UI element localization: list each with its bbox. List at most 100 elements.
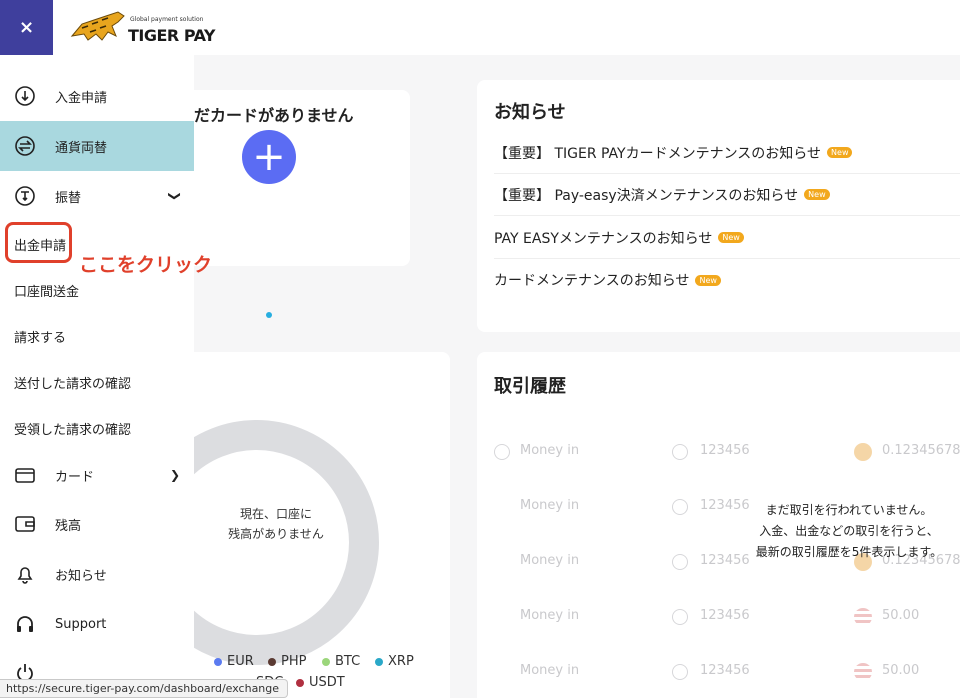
legend-label: PHP [281,654,307,669]
sidebar-item-label: 通貨両替 [55,140,108,156]
legend-item: BTC [322,654,360,669]
new-badge: New [804,189,830,200]
sidebar-item-received-requests[interactable]: 受領した請求の確認 [0,405,194,451]
user-icon [672,609,688,625]
close-menu-button[interactable]: × [0,0,53,55]
user-icon [672,499,688,515]
legend-label: EUR [227,654,254,669]
sidebar-item-label: 振替 [55,190,82,206]
card-icon [15,468,35,483]
tiger-pay-logo[interactable]: Global payment solution TIGER PAY [68,6,216,48]
history-empty-line: 入金、出金などの取引を行うと、 [759,524,939,538]
history-amount: 50.00 [882,663,920,678]
history-type: Money in [520,553,580,568]
chevron-right-icon: ❯ [169,468,180,482]
history-panel: 取引履歴 Money in 123456 0.12345678 Money in… [477,352,960,698]
sidebar-item-deposit[interactable]: 入金申請 [0,71,194,121]
sidebar-item-transfer[interactable]: 振替 ❯ [0,171,194,221]
sidebar-item-request[interactable]: 請求する [0,313,194,359]
tiger-logo-icon [70,11,125,41]
sidebar-item-support[interactable]: Support [0,599,194,649]
us-flag-icon [854,608,872,626]
sidebar-item-balance[interactable]: 残高 [0,499,194,549]
legend-dot [375,657,383,666]
notice-item[interactable]: PAY EASYメンテナンスのお知らせ New [494,217,960,259]
history-amount: 50.00 [882,608,920,623]
new-badge: New [827,147,853,158]
notice-title: お知らせ [494,102,566,123]
legend-label: USDT [309,675,345,690]
user-icon [672,554,688,570]
notice-panel: お知らせ 【重要】 TIGER PAYカードメンテナンスのお知らせ New 【重… [477,80,960,332]
notice-text: 【重要】 Pay-easy決済メンテナンスのお知らせ [494,187,799,204]
history-type: Money in [520,443,580,458]
notice-item[interactable]: カードメンテナンスのお知らせ New [494,259,960,301]
sidebar-item-label: 受領した請求の確認 [14,422,132,438]
legend-dot [214,657,222,666]
history-id: 123456 [700,663,750,678]
highlight-box [5,222,72,263]
table-row: Money in 123456 50.00 [494,605,960,629]
notice-text: 【重要】 TIGER PAYカードメンテナンスのお知らせ [494,145,822,162]
history-empty-line: まだ取引を行われていません。 [765,503,933,517]
history-type: Money in [520,663,580,678]
sidebar-item-label: 入金申請 [55,90,108,106]
status-url-bar: https://secure.tiger-pay.com/dashboard/e… [0,679,289,698]
carousel-dot[interactable] [266,312,272,318]
headset-icon [17,616,33,632]
legend-item: XRP [375,654,414,669]
sidebar-item-notices[interactable]: お知らせ [0,549,194,599]
sidebar-item-sent-requests[interactable]: 送付した請求の確認 [0,359,194,405]
notice-text: カードメンテナンスのお知らせ [494,273,690,289]
sidebar-menu: 入金申請 通貨両替 振替 ❯ 出金申請 口座間送金 請求する 送付した請求の確認… [0,55,194,698]
legend-label: BTC [335,654,361,669]
history-empty-line: 最新の取引履歴を5件表示します。 [755,545,943,559]
sidebar-item-label: 口座間送金 [14,284,80,300]
no-card-message: だカードがありません [194,106,354,125]
history-empty-message: まだ取引を行われていません。 入金、出金などの取引を行うと、 最新の取引履歴を5… [739,500,959,563]
history-id: 123456 [700,443,750,458]
notice-item[interactable]: 【重要】 TIGER PAYカードメンテナンスのお知らせ New [494,132,960,174]
sidebar-item-exchange[interactable]: 通貨両替 [0,121,194,171]
legend-dot [268,657,276,666]
history-amount: 0.12345678 [882,443,960,458]
legend-dot [296,678,304,687]
sidebar-item-label: 請求する [14,330,67,346]
logo-brand: TIGER PAY [128,26,216,45]
user-icon [672,444,688,460]
sidebar-item-card[interactable]: カード ❯ [0,451,194,499]
legend-dot [322,657,330,666]
top-bar: × Global payment solution TIGER PAY [0,0,960,55]
exchange-icon [15,136,35,156]
table-row: Money in 123456 50.00 [494,660,960,684]
money-in-icon [494,444,510,460]
click-here-annotation: ここをクリック [79,254,213,276]
sidebar-item-label: 送付した請求の確認 [14,376,132,392]
new-badge: New [695,274,721,286]
logo-tagline: Global payment solution [130,16,204,23]
balance-empty-message: 現在、口座に 残高がありません [206,504,346,544]
history-title: 取引履歴 [494,376,566,397]
add-card-button[interactable]: + [242,130,296,184]
bell-icon [17,567,33,584]
new-badge: New [718,232,744,243]
sidebar-item-label: 残高 [55,518,82,534]
legend-item: PHP [268,654,306,669]
transfer-icon [15,186,35,206]
history-type: Money in [520,498,580,513]
chevron-down-icon: ❯ [167,190,182,202]
sidebar-item-label: カード [55,469,95,485]
legend-label: XRP [388,654,414,669]
legend-item: EUR [214,654,254,669]
us-flag-icon [854,663,872,681]
sidebar-item-label: Support [55,616,107,632]
card-panel: だカードがありません + [194,90,410,266]
balance-empty-line: 現在、口座に [239,507,312,521]
notice-item[interactable]: 【重要】 Pay-easy決済メンテナンスのお知らせ New [494,174,960,216]
wallet-icon [15,516,35,532]
user-icon [672,664,688,680]
table-row: Money in 123456 0.12345678 [494,440,960,464]
deposit-icon [15,86,35,106]
notice-text: PAY EASYメンテナンスのお知らせ [494,230,713,247]
sidebar-item-label: お知らせ [55,568,107,584]
